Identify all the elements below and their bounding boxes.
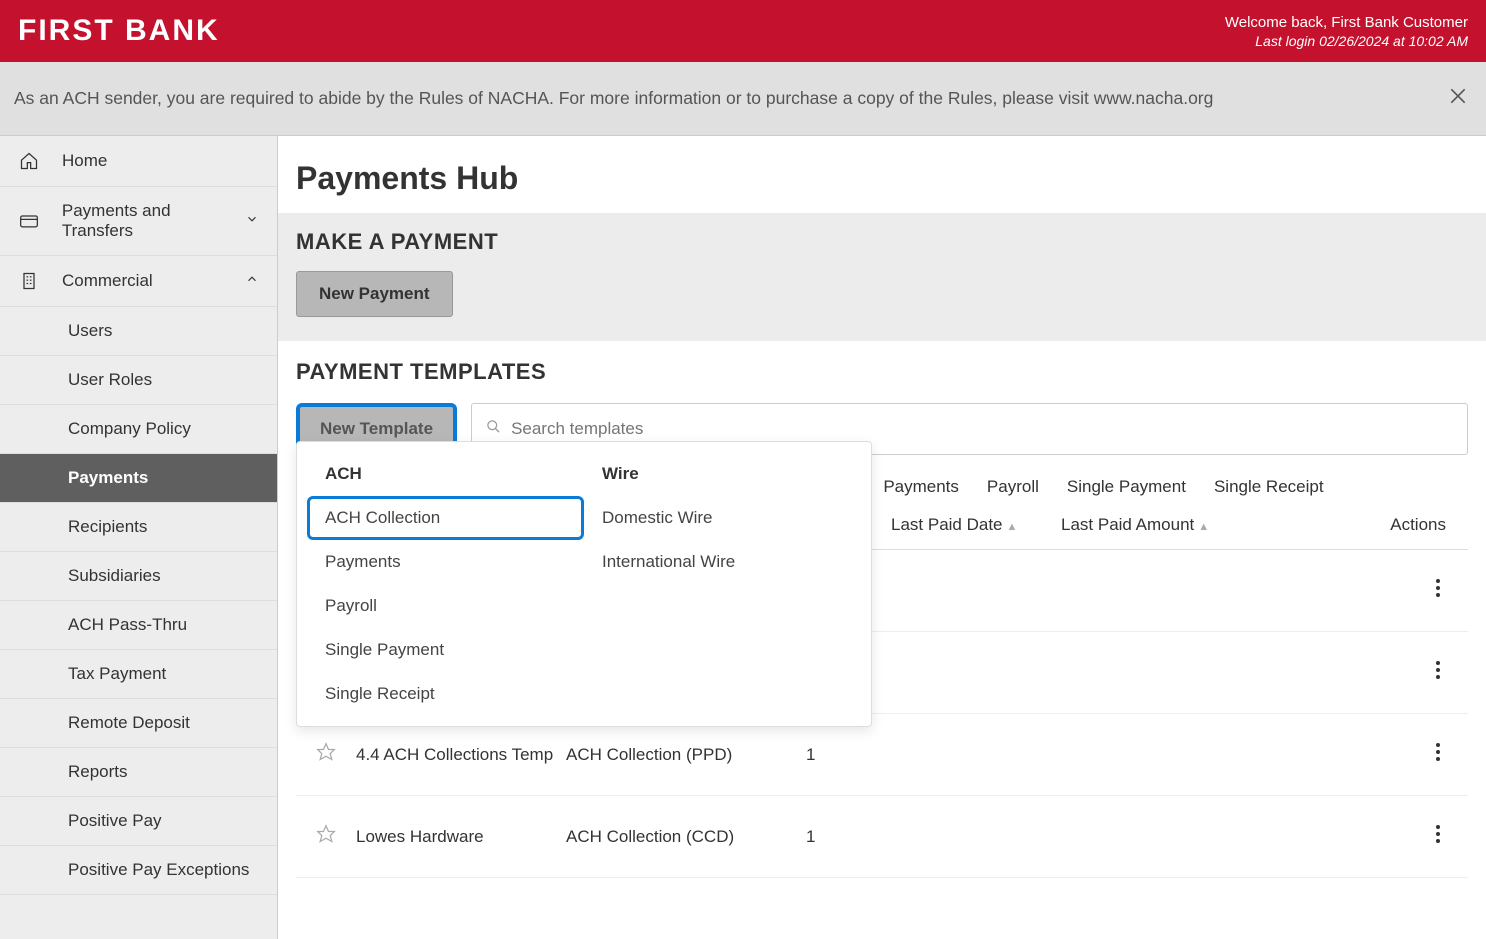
kebab-icon	[1436, 664, 1440, 683]
dropdown-item-international-wire[interactable]: International Wire	[584, 540, 861, 584]
sidebar-item-user-roles[interactable]: User Roles	[0, 356, 277, 405]
dropdown-header-wire: Wire	[584, 460, 861, 496]
sidebar-item-users[interactable]: Users	[0, 307, 277, 356]
sidebar-item-tax-payment[interactable]: Tax Payment	[0, 650, 277, 699]
make-payment-heading: MAKE A PAYMENT	[296, 229, 1468, 255]
kebab-icon	[1436, 582, 1440, 601]
template-name: Lowes Hardware	[356, 827, 566, 847]
home-icon	[18, 150, 40, 172]
favorite-star[interactable]	[296, 742, 356, 767]
welcome-text: Welcome back, First Bank Customer	[1225, 14, 1468, 31]
notice-text: As an ACH sender, you are required to ab…	[14, 88, 1213, 109]
template-recipients: 1	[806, 827, 891, 847]
dropdown-item-single-payment[interactable]: Single Payment	[307, 628, 584, 672]
sidebar-item-remote-deposit[interactable]: Remote Deposit	[0, 699, 277, 748]
row-actions[interactable]	[1261, 743, 1468, 766]
templates-heading: PAYMENT TEMPLATES	[296, 359, 1468, 385]
filter-tab-payroll[interactable]: Payroll	[987, 477, 1039, 497]
search-icon	[486, 419, 501, 439]
new-payment-button[interactable]: New Payment	[296, 271, 453, 317]
sidebar-item-home[interactable]: Home	[0, 136, 277, 187]
card-icon	[18, 210, 40, 232]
row-actions[interactable]	[1261, 661, 1468, 684]
chevron-down-icon	[245, 211, 259, 231]
row-actions[interactable]	[1261, 579, 1468, 602]
sidebar-item-positive-pay[interactable]: Positive Pay	[0, 797, 277, 846]
sidebar-label-commercial: Commercial	[62, 271, 153, 291]
sidebar-label-home: Home	[62, 151, 107, 171]
col-header-actions: Actions	[1261, 515, 1468, 535]
row-actions[interactable]	[1261, 825, 1468, 848]
chevron-up-icon	[245, 271, 259, 291]
dropdown-header-ach: ACH	[307, 460, 584, 496]
star-icon	[316, 742, 336, 767]
logo: FIRST BANK	[18, 14, 220, 48]
make-payment-section: MAKE A PAYMENT New Payment	[278, 213, 1486, 341]
dropdown-item-domestic-wire[interactable]: Domestic Wire	[584, 496, 861, 540]
sidebar-item-ach-pass-thru[interactable]: ACH Pass-Thru	[0, 601, 277, 650]
sidebar-item-payments[interactable]: Payments	[0, 454, 277, 503]
building-icon	[18, 270, 40, 292]
dropdown-item-payments[interactable]: Payments	[307, 540, 584, 584]
main-content: Payments Hub MAKE A PAYMENT New Payment …	[278, 136, 1486, 939]
sidebar-item-subsidiaries[interactable]: Subsidiaries	[0, 552, 277, 601]
star-icon	[316, 824, 336, 849]
sidebar-item-reports[interactable]: Reports	[0, 748, 277, 797]
col-header-last-paid-amount[interactable]: Last Paid Amount▲	[1061, 515, 1261, 535]
template-recipients: 1	[806, 745, 891, 765]
sidebar-item-payments-transfers[interactable]: Payments and Transfers	[0, 187, 277, 256]
close-icon[interactable]	[1444, 82, 1472, 115]
favorite-star[interactable]	[296, 824, 356, 849]
dropdown-item-payroll[interactable]: Payroll	[307, 584, 584, 628]
filter-tab-single-payment[interactable]: Single Payment	[1067, 477, 1186, 497]
templates-section: PAYMENT TEMPLATES New Template ACH ACH C…	[278, 341, 1486, 896]
kebab-icon	[1436, 828, 1440, 847]
sort-icon: ▲	[1198, 521, 1209, 533]
template-name: 4.4 ACH Collections Temp	[356, 745, 566, 765]
filter-tab-single-receipt[interactable]: Single Receipt	[1214, 477, 1324, 497]
last-login-text: Last login 02/26/2024 at 10:02 AM	[1225, 33, 1468, 49]
table-row: Lowes Hardware ACH Collection (CCD) 1	[296, 796, 1468, 878]
sidebar-item-recipients[interactable]: Recipients	[0, 503, 277, 552]
kebab-icon	[1436, 746, 1440, 765]
sort-icon: ▲	[1007, 521, 1018, 533]
sidebar-item-company-policy[interactable]: Company Policy	[0, 405, 277, 454]
sidebar-label-pt: Payments and Transfers	[62, 201, 245, 241]
header-bar: FIRST BANK Welcome back, First Bank Cust…	[0, 0, 1486, 62]
welcome-block: Welcome back, First Bank Customer Last l…	[1225, 14, 1468, 49]
new-template-dropdown: ACH ACH Collection Payments Payroll Sing…	[296, 441, 872, 727]
col-header-last-paid-date[interactable]: Last Paid Date▲	[891, 515, 1061, 535]
sidebar-item-commercial[interactable]: Commercial	[0, 256, 277, 307]
notice-bar: As an ACH sender, you are required to ab…	[0, 62, 1486, 136]
page-title: Payments Hub	[278, 136, 1486, 213]
filter-tab-payments[interactable]: Payments	[883, 477, 959, 497]
template-type: ACH Collection (CCD)	[566, 827, 806, 847]
sidebar: Home Payments and Transfers Commercial U…	[0, 136, 278, 939]
template-type: ACH Collection (PPD)	[566, 745, 806, 765]
dropdown-item-single-receipt[interactable]: Single Receipt	[307, 672, 584, 716]
dropdown-item-ach-collection[interactable]: ACH Collection	[307, 496, 584, 540]
sidebar-item-positive-pay-exceptions[interactable]: Positive Pay Exceptions	[0, 846, 277, 895]
